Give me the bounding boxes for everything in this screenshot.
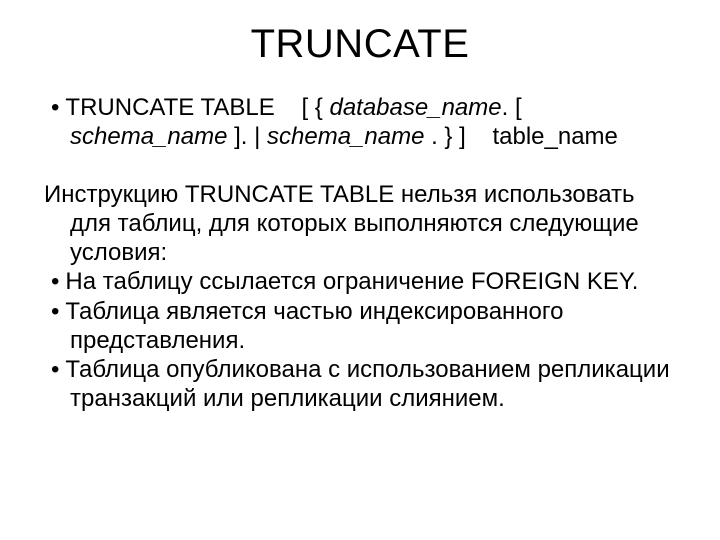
content-block: •TRUNCATE TABLE [ { database_name. [ sch…	[44, 93, 676, 414]
syntax-mid1: . [	[502, 94, 522, 121]
bullet-icon: •	[51, 298, 65, 325]
syntax-mid3: . } ] table_name	[424, 123, 617, 150]
list-item-text: Таблица опубликована с использованием ре…	[65, 356, 669, 412]
syntax-schema-name-2: schema_name	[267, 123, 424, 150]
list-item: •Таблица является частью индексированног…	[44, 297, 676, 356]
list-item: •Таблица опубликована с использованием р…	[44, 355, 676, 414]
syntax-mid2: ]. |	[227, 123, 267, 150]
syntax-lead: TRUNCATE TABLE [ {	[65, 94, 329, 121]
list-item-text: На таблицу ссылается ограничение FOREIGN…	[65, 268, 638, 295]
bullet-icon: •	[51, 356, 65, 383]
intro-paragraph: Инструкцию TRUNCATE TABLE нельзя использ…	[44, 180, 676, 268]
syntax-schema-name-1: schema_name	[70, 123, 227, 150]
slide-title: TRUNCATE	[44, 22, 676, 67]
bullet-icon: •	[51, 94, 65, 121]
slide: TRUNCATE •TRUNCATE TABLE [ { database_na…	[0, 0, 720, 540]
bullet-icon: •	[51, 268, 65, 295]
syntax-database-name: database_name	[329, 94, 501, 121]
list-item: •На таблицу ссылается ограничение FOREIG…	[44, 267, 676, 296]
list-item-text: Таблица является частью индексированного…	[65, 298, 563, 354]
syntax-line: •TRUNCATE TABLE [ { database_name. [ sch…	[44, 93, 676, 152]
